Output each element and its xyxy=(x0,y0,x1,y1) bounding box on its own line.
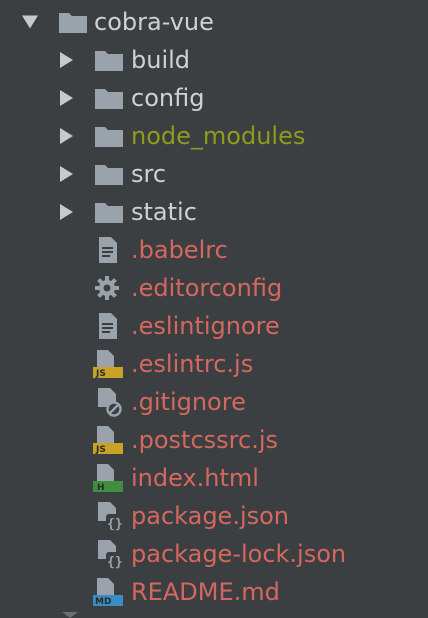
chevron-right-icon[interactable] xyxy=(60,52,73,68)
project-tree: cobra-vue build config node_modules src xyxy=(0,0,428,618)
folder-label: config xyxy=(131,84,205,112)
js-badge-text: JS xyxy=(95,369,106,379)
html-file-icon: H xyxy=(93,464,123,493)
markdown-file-icon: MD xyxy=(93,578,123,607)
chevron-right-icon[interactable] xyxy=(60,166,73,182)
gear-icon xyxy=(95,276,119,300)
tree-row-file-index-html[interactable]: H index.html xyxy=(0,459,428,497)
tree-row-folder-src[interactable]: src xyxy=(0,155,428,193)
file-label: README.md xyxy=(131,578,280,606)
root-folder-label: cobra-vue xyxy=(94,8,214,36)
tree-row-file-editorconfig[interactable]: .editorconfig xyxy=(0,269,428,307)
tree-row-file-eslintignore[interactable]: .eslintignore xyxy=(0,307,428,345)
file-label: .postcssrc.js xyxy=(131,426,278,454)
chevron-down-icon[interactable] xyxy=(22,15,38,29)
tree-row-file-readme[interactable]: MD README.md xyxy=(0,573,428,611)
js-badge-text: JS xyxy=(95,445,106,455)
md-badge-text: MD xyxy=(95,597,111,607)
chevron-right-icon[interactable] xyxy=(60,128,73,144)
folder-icon xyxy=(59,13,87,33)
text-file-icon xyxy=(99,313,117,339)
ignore-file-icon xyxy=(98,388,122,417)
chevron-right-icon[interactable] xyxy=(60,90,73,106)
tree-row-folder-config[interactable]: config xyxy=(0,79,428,117)
folder-icon xyxy=(95,51,123,71)
folder-label: static xyxy=(131,198,197,226)
js-file-icon: JS xyxy=(93,426,123,455)
json-file-icon: {} xyxy=(98,540,123,569)
file-label: .babelrc xyxy=(131,236,228,264)
html-badge-text: H xyxy=(97,483,105,493)
folder-label: node_modules xyxy=(131,122,306,150)
tree-row-folder-node-modules[interactable]: node_modules xyxy=(0,117,428,155)
tree-row-file-babelrc[interactable]: .babelrc xyxy=(0,231,428,269)
folder-icon xyxy=(95,165,123,185)
folder-icon xyxy=(95,127,123,147)
svg-text:{}: {} xyxy=(107,517,123,531)
tree-row-file-postcssrc[interactable]: JS .postcssrc.js xyxy=(0,421,428,459)
tree-row-folder-build[interactable]: build xyxy=(0,41,428,79)
tree-row-root[interactable]: cobra-vue xyxy=(0,3,428,41)
chevron-right-icon[interactable] xyxy=(60,204,73,220)
partial-chevron-icon xyxy=(62,612,78,618)
js-file-icon: JS xyxy=(93,350,123,379)
file-label: package-lock.json xyxy=(131,540,347,568)
tree-row-file-package-lock-json[interactable]: {} package-lock.json xyxy=(0,535,428,573)
file-label: .gitignore xyxy=(131,388,246,416)
file-label: .eslintrc.js xyxy=(131,350,254,378)
svg-text:{}: {} xyxy=(107,555,123,569)
tree-row-file-package-json[interactable]: {} package.json xyxy=(0,497,428,535)
file-label: .editorconfig xyxy=(131,274,283,302)
tree-row-folder-static[interactable]: static xyxy=(0,193,428,231)
text-file-icon xyxy=(99,237,117,263)
tree-row-file-gitignore[interactable]: .gitignore xyxy=(0,383,428,421)
folder-label: build xyxy=(131,46,191,74)
folder-label: src xyxy=(131,160,167,188)
folder-icon xyxy=(95,89,123,109)
file-label: .eslintignore xyxy=(131,312,280,340)
folder-icon xyxy=(95,203,123,223)
file-label: package.json xyxy=(131,502,290,530)
tree-row-file-eslintrc[interactable]: JS .eslintrc.js xyxy=(0,345,428,383)
file-label: index.html xyxy=(131,464,259,492)
json-file-icon: {} xyxy=(98,502,123,531)
